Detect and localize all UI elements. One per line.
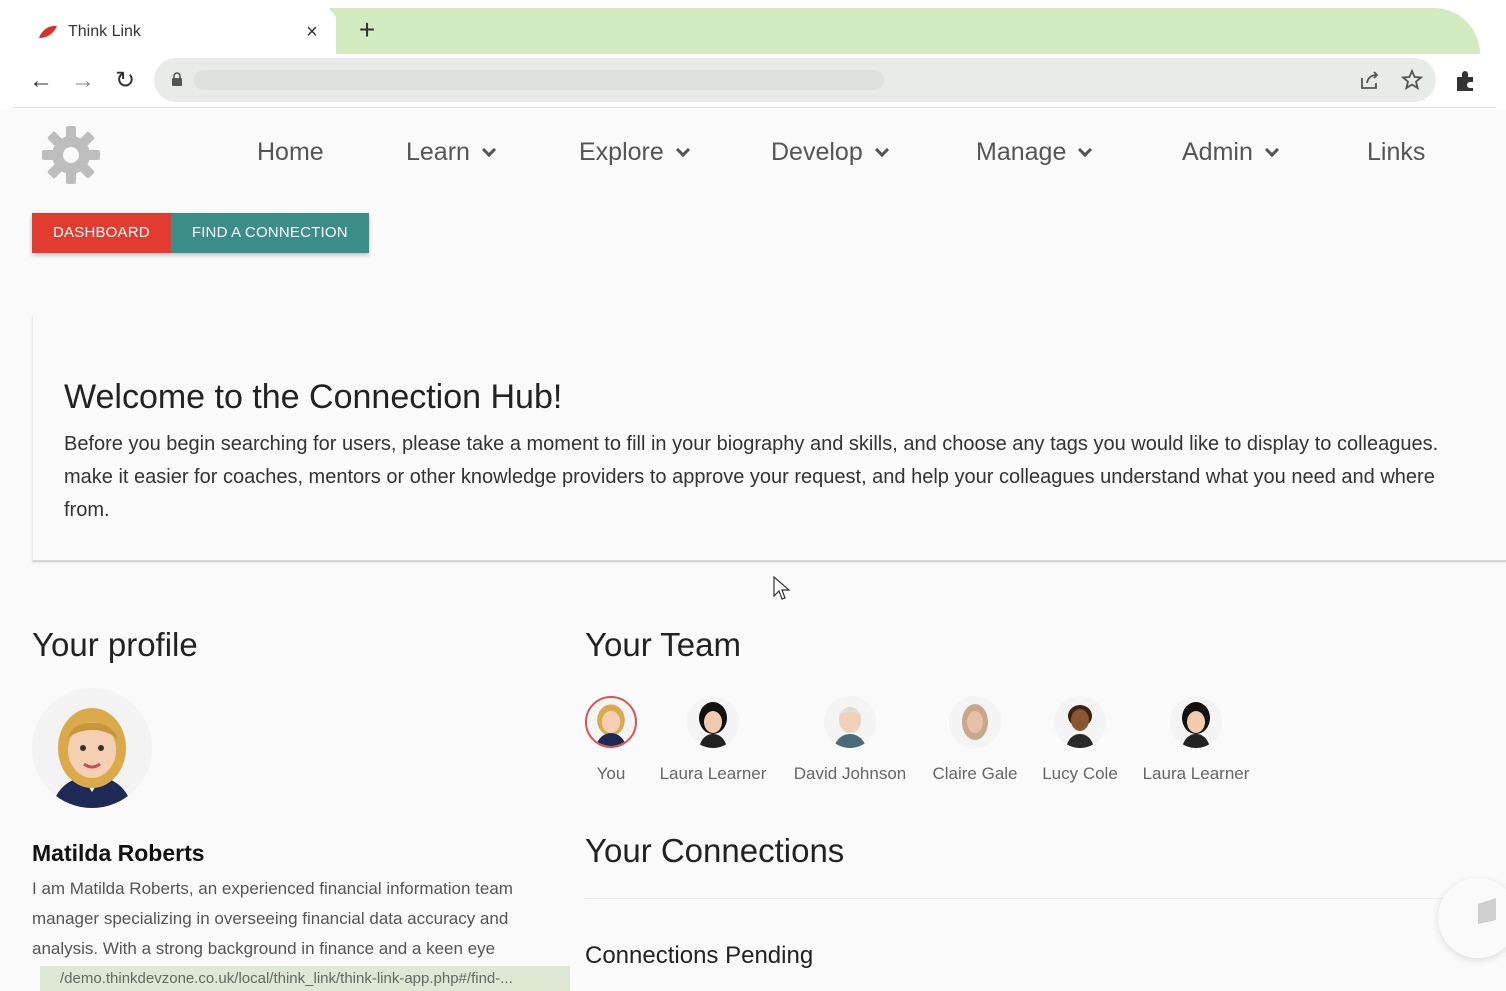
nav-explore-label: Explore [579, 138, 664, 166]
back-button[interactable]: ← [26, 66, 56, 96]
status-bar-url: /demo.thinkdevzone.co.uk/local/think_lin… [40, 966, 570, 991]
forward-button[interactable]: → [68, 66, 98, 96]
team-member[interactable]: You [585, 696, 637, 784]
mouse-cursor-icon [773, 576, 791, 600]
nav-admin-label: Admin [1182, 138, 1253, 166]
new-tab-button[interactable]: + [352, 16, 382, 46]
chevron-down-icon [874, 142, 889, 157]
dashboard-tab[interactable]: DASHBOARD [32, 213, 171, 253]
welcome-text-line: make it easier for coaches, mentors or o… [64, 466, 1435, 488]
profile-name: Matilda Roberts [32, 840, 205, 866]
address-bar[interactable] [154, 58, 1436, 102]
extensions-puzzle-icon[interactable] [1452, 68, 1478, 94]
welcome-title: Welcome to the Connection Hub! [64, 378, 563, 416]
nav-explore[interactable]: Explore [579, 138, 690, 167]
chevron-down-icon [1078, 142, 1093, 157]
browser-tabbar: Think Link × + [0, 0, 1506, 56]
nav-manage-label: Manage [976, 138, 1067, 166]
profile-avatar[interactable] [32, 688, 152, 808]
team-member[interactable]: Lucy Cole [1040, 696, 1120, 784]
think-link-favicon-icon [39, 25, 57, 38]
tabstrip-background [330, 8, 1480, 54]
member-name: Laura Learner [659, 764, 767, 783]
welcome-text: Before you begin searching for users, pl… [64, 428, 1506, 527]
team-member[interactable]: David Johnson [791, 696, 909, 784]
member-name: Claire Gale [932, 764, 1018, 783]
tab-close-icon[interactable]: × [302, 22, 322, 42]
app-navbar: Home Learn Explore Develop Manage Admin … [0, 110, 1506, 206]
profile-avatar-image [32, 688, 152, 808]
welcome-text-line: from. [64, 499, 110, 521]
nav-learn[interactable]: Learn [406, 138, 497, 167]
tab-title: Think Link [68, 23, 141, 40]
nav-home[interactable]: Home [257, 138, 324, 167]
browser-tab[interactable]: Think Link × [24, 10, 336, 54]
team-member[interactable]: Laura Learner [1140, 696, 1252, 784]
share-icon[interactable] [1358, 68, 1382, 92]
welcome-card: Welcome to the Connection Hub! Before yo… [32, 316, 1506, 562]
your-connections-title: Your Connections [585, 832, 845, 869]
member-avatar [1054, 696, 1106, 748]
member-avatar [585, 696, 637, 748]
your-team-title: Your Team [585, 626, 741, 663]
gear-logo-icon[interactable] [40, 124, 102, 186]
team-member[interactable]: Claire Gale [930, 696, 1020, 784]
browser-toolbar: ← → ↻ [12, 56, 1496, 108]
chevron-down-icon [675, 142, 690, 157]
welcome-text-line: Before you begin searching for users, pl… [64, 433, 1439, 455]
lock-icon [172, 72, 182, 86]
find-connection-tab[interactable]: FIND A CONNECTION [170, 213, 369, 253]
nav-admin[interactable]: Admin [1182, 138, 1279, 167]
bookmark-star-icon[interactable] [1400, 68, 1424, 92]
member-name: Laura Learner [1142, 764, 1250, 783]
page-content: DASHBOARD FIND A CONNECTION Welcome to t… [0, 206, 1506, 991]
member-avatar [1170, 696, 1222, 748]
nav-home-label: Home [257, 138, 324, 166]
nav-develop-label: Develop [771, 138, 863, 166]
nav-links[interactable]: Links [1367, 138, 1425, 167]
profile-bio: I am Matilda Roberts, an experienced fin… [32, 879, 513, 958]
nav-develop[interactable]: Develop [771, 138, 889, 167]
member-avatar [949, 696, 1001, 748]
url-text-blurred [194, 70, 884, 90]
reload-button[interactable]: ↻ [110, 66, 140, 96]
chevron-down-icon [481, 142, 497, 157]
member-avatar [824, 696, 876, 748]
member-name: Lucy Cole [1042, 764, 1118, 783]
feedback-icon[interactable] [1476, 896, 1498, 926]
nav-links-label: Links [1367, 138, 1426, 166]
your-profile-title: Your profile [32, 626, 198, 663]
nav-learn-label: Learn [406, 138, 470, 166]
member-name: David Johnson [793, 764, 907, 783]
connections-pending-title: Connections Pending [585, 942, 814, 969]
team-member[interactable]: Laura Learner [657, 696, 769, 784]
chevron-down-icon [1264, 142, 1279, 157]
member-name: You [596, 764, 626, 783]
subtabs: DASHBOARD FIND A CONNECTION [32, 213, 369, 253]
member-avatar [687, 696, 739, 748]
nav-manage[interactable]: Manage [976, 138, 1093, 167]
connections-divider [585, 898, 1485, 899]
